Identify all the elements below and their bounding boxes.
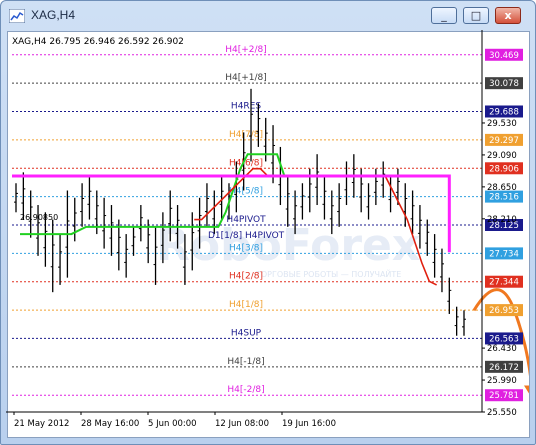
price-tick-label: 25.550 bbox=[487, 408, 517, 418]
window-title: XAG,H4 bbox=[31, 8, 76, 22]
minimize-icon: _ bbox=[441, 9, 447, 22]
level-label: H4RES bbox=[231, 101, 261, 111]
level-label: H4[-2/8] bbox=[227, 385, 264, 395]
level-label: H4[+2/8] bbox=[225, 45, 267, 55]
price-tag-text: 28.906 bbox=[489, 164, 519, 174]
level-label: H4[6/8] bbox=[229, 158, 263, 168]
level-label: H4PIVOT bbox=[226, 215, 266, 225]
price-tag-text: 29.297 bbox=[489, 136, 519, 146]
close-button[interactable]: x bbox=[495, 7, 521, 24]
left-price-label: 26.90850 bbox=[20, 213, 58, 222]
level-label: H4SUP bbox=[231, 328, 262, 338]
maximize-button[interactable]: □ bbox=[463, 7, 489, 24]
chart-header: XAG,H4 26.795 26.946 26.592 26.902 bbox=[12, 37, 184, 47]
price-tag-text: 27.734 bbox=[489, 249, 519, 259]
time-tick-label: 21 May 2012 bbox=[14, 419, 69, 429]
price-chart[interactable]: RoboForex ТОРГОВЫЕ РОБОТЫ — ПОЛУЧАЙТЕ XA… bbox=[6, 30, 529, 437]
time-tick-label: 28 May 16:00 bbox=[81, 419, 139, 429]
price-bars bbox=[14, 88, 466, 336]
time-tick-label: 19 Jun 16:00 bbox=[282, 419, 336, 429]
price-tick-label: 28.210 bbox=[487, 215, 517, 225]
price-tick-label: 28.650 bbox=[487, 183, 517, 193]
time-tick-label: 12 Jun 08:00 bbox=[215, 419, 269, 429]
level-label: H4[-1/8] bbox=[227, 357, 264, 367]
price-tick-label: 29.090 bbox=[487, 151, 517, 161]
minimize-button[interactable]: _ bbox=[431, 7, 457, 24]
close-icon: x bbox=[504, 9, 512, 22]
price-tag-text: 30.469 bbox=[489, 51, 519, 61]
price-tick-label: 26.430 bbox=[487, 344, 517, 354]
price-tag-text: 30.078 bbox=[489, 79, 519, 89]
time-tick-label: 5 Jun 00:00 bbox=[148, 419, 197, 429]
level-label: H4[+1/8] bbox=[225, 73, 267, 83]
price-tag-text: 27.344 bbox=[489, 278, 519, 288]
level-label: H4[2/8] bbox=[229, 272, 263, 282]
chart-app-icon bbox=[9, 9, 25, 23]
price-tick-label: 29.530 bbox=[487, 119, 517, 129]
price-tag-text: 26.563 bbox=[489, 334, 519, 344]
maximize-icon: □ bbox=[470, 9, 482, 22]
watermark-subtext: ТОРГОВЫЕ РОБОТЫ — ПОЛУЧАЙТЕ bbox=[255, 268, 401, 279]
price-tag-text: 29.688 bbox=[489, 107, 519, 117]
time-axis: 21 May 2012 28 May 16:00 5 Jun 00:00 12 Jun… bbox=[13, 412, 336, 429]
price-tick-label: 25.990 bbox=[487, 376, 517, 386]
price-tag-text: 25.781 bbox=[489, 391, 519, 401]
price-tag-text: 26.953 bbox=[489, 306, 519, 316]
title-bar[interactable]: XAG,H4 _ □ x bbox=[1, 1, 535, 31]
price-tag-text: 28.516 bbox=[489, 193, 519, 203]
watermark: RoboForex ТОРГОВЫЕ РОБОТЫ — ПОЛУЧАЙТЕ bbox=[156, 220, 420, 279]
d1-pivot-label: D1[1/8] H4PIVOT bbox=[208, 231, 285, 241]
level-label: H4[1/8] bbox=[229, 300, 263, 310]
level-label: H4[3/8] bbox=[229, 243, 263, 253]
forecast-arrowhead bbox=[524, 385, 529, 394]
price-tag-text: 26.172 bbox=[489, 363, 519, 373]
